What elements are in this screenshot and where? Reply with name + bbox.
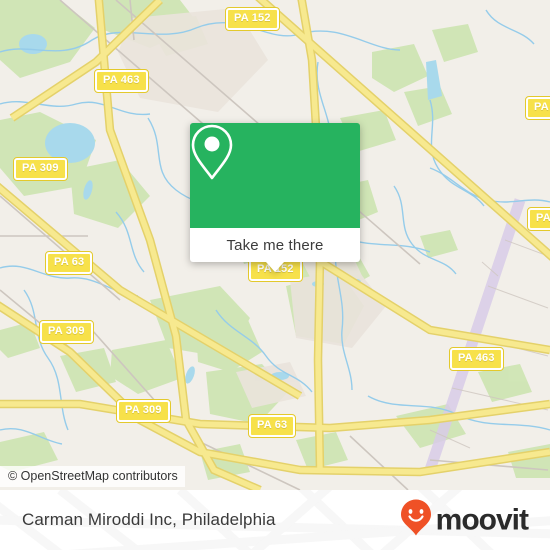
- map-canvas[interactable]: PA 152 PA 463 PA PA 309 PA PA 63 PA 152 …: [0, 0, 550, 490]
- road-shield: PA 309: [116, 399, 171, 423]
- map-screenshot: PA 152 PA 463 PA PA 309 PA PA 63 PA 152 …: [0, 0, 550, 550]
- moovit-wordmark: moovit: [435, 503, 529, 536]
- road-shield: PA 63: [247, 414, 297, 438]
- road-shield: PA 63: [44, 251, 94, 275]
- road-shield: PA 463: [94, 69, 149, 93]
- map-attribution[interactable]: © OpenStreetMap contributors: [0, 466, 185, 487]
- road-shield: PA: [527, 207, 550, 231]
- take-me-there-button[interactable]: Take me there: [190, 228, 360, 262]
- road-shield: PA: [525, 96, 550, 120]
- road-shield: PA 309: [39, 320, 94, 344]
- road-shield: PA 152: [225, 7, 280, 31]
- place-title: Carman Miroddi Inc, Philadelphia: [22, 510, 276, 529]
- moovit-logo[interactable]: moovit: [400, 499, 529, 542]
- road-shield: PA 309: [13, 157, 68, 181]
- footer-bar: Carman Miroddi Inc, Philadelphia moovit: [0, 490, 550, 550]
- moovit-pin-smile-icon: [400, 499, 432, 542]
- take-me-there-label: Take me there: [226, 236, 324, 254]
- popup-pointer: [266, 262, 284, 272]
- popup-header: [190, 123, 360, 228]
- location-popup[interactable]: Take me there: [190, 123, 360, 272]
- road-shield: PA 463: [449, 347, 504, 371]
